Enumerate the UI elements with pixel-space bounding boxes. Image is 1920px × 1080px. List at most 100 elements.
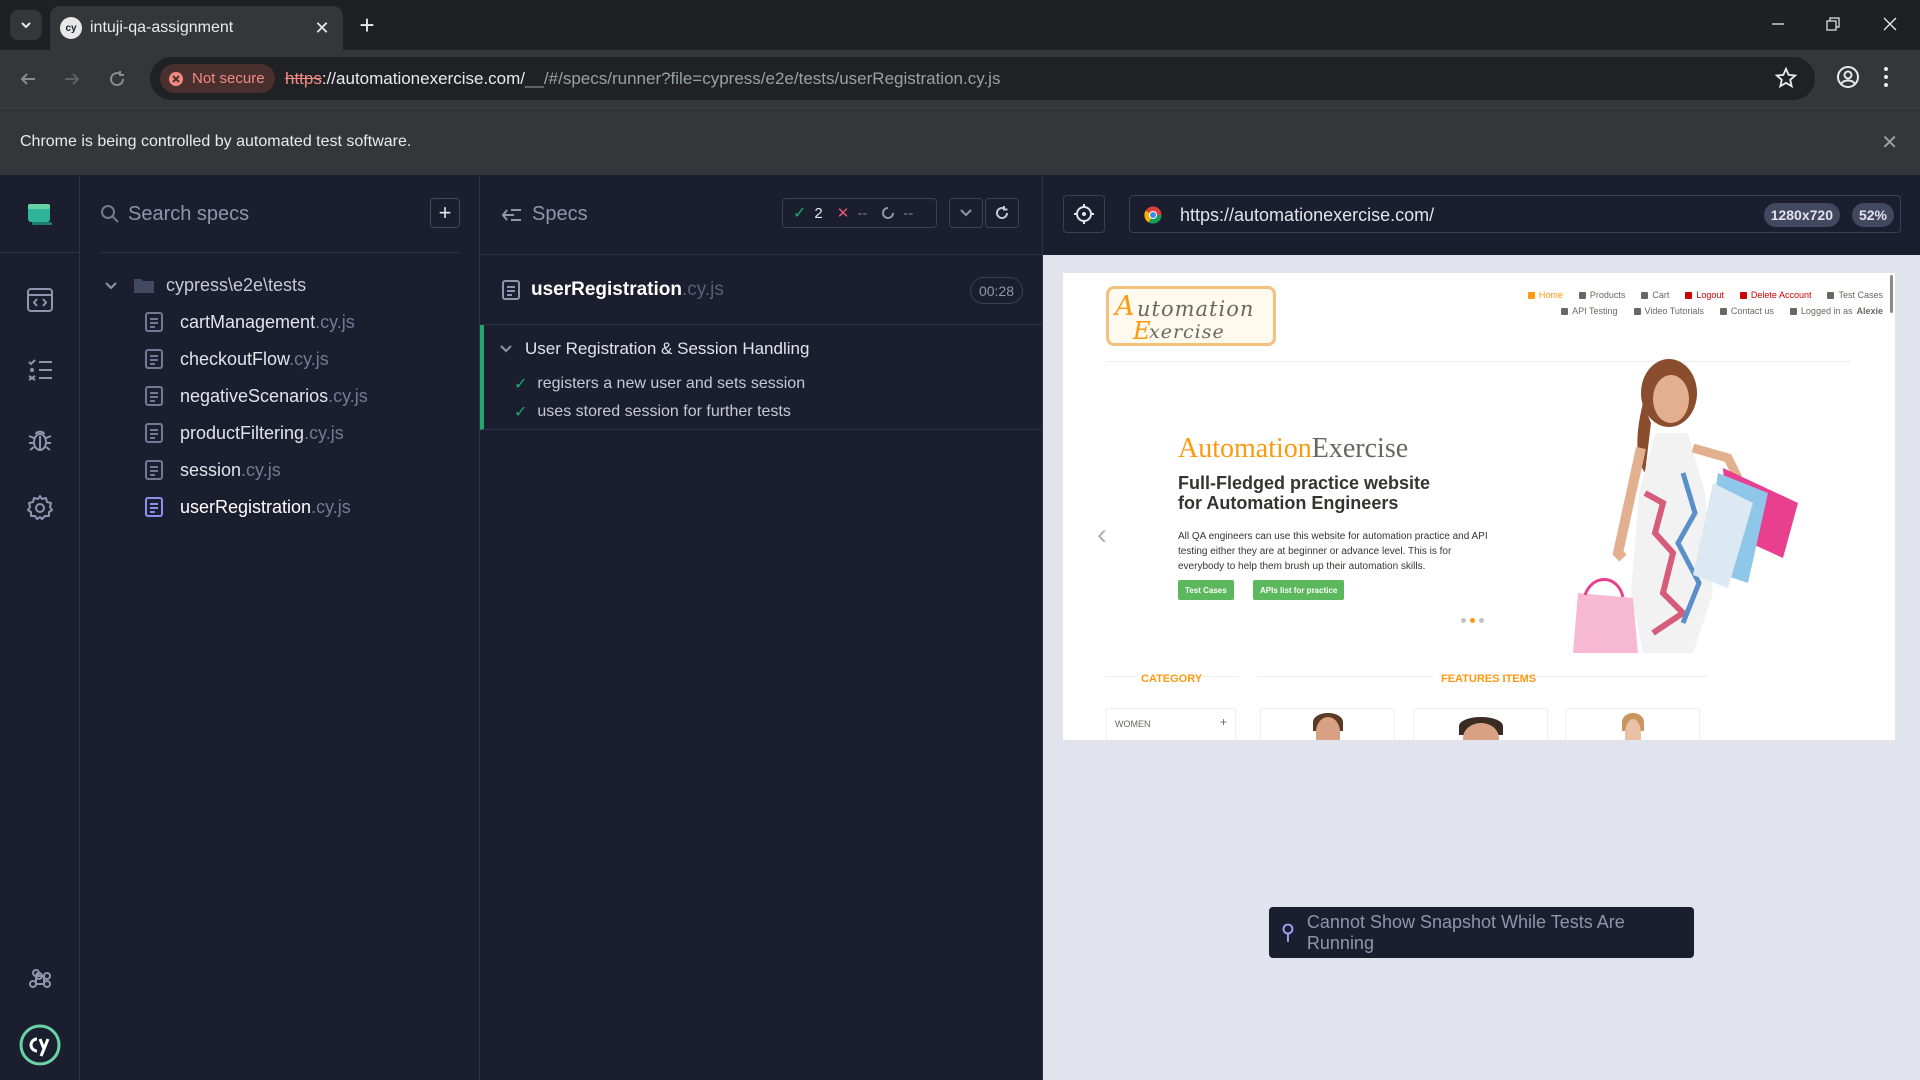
minimize-button[interactable] bbox=[1758, 8, 1798, 40]
failed-count: -- bbox=[857, 204, 868, 222]
spec-item-userRegistration[interactable]: userRegistration.cy.js bbox=[100, 490, 440, 524]
document-icon bbox=[145, 349, 163, 369]
test-item[interactable]: ✓ registers a new user and sets session bbox=[514, 374, 805, 394]
site-nav-home[interactable]: Home bbox=[1527, 290, 1563, 300]
iframe-scrollbar[interactable] bbox=[1890, 275, 1893, 313]
spec-name: productFiltering.cy.js bbox=[180, 422, 344, 443]
address-bar[interactable]: Not secure https://automationexercise.co… bbox=[150, 57, 1815, 100]
test-suite: User Registration & Session Handling ✓ r… bbox=[480, 325, 1043, 430]
carousel-dot[interactable] bbox=[1470, 618, 1475, 623]
folder-icon bbox=[134, 279, 154, 293]
profile-icon[interactable] bbox=[1836, 65, 1860, 89]
site-logo[interactable]: A utomation E xercise bbox=[1106, 286, 1276, 346]
spec-name: session.cy.js bbox=[180, 459, 281, 480]
site-nav-delete-account[interactable]: Delete Account bbox=[1739, 290, 1811, 300]
suite-title-row[interactable]: User Registration & Session Handling bbox=[499, 339, 809, 359]
site-nav-products[interactable]: Products bbox=[1578, 290, 1625, 300]
site-nav-api-testing[interactable]: API Testing bbox=[1561, 306, 1618, 316]
aut-header: https://automationexercise.com/ 1280x720… bbox=[1043, 175, 1920, 255]
site-nav-video-tutorials[interactable]: Video Tutorials bbox=[1633, 306, 1704, 316]
list-icon bbox=[1827, 291, 1835, 299]
pin-icon bbox=[1282, 923, 1294, 942]
forward-button[interactable] bbox=[57, 64, 87, 94]
youtube-icon bbox=[1633, 307, 1641, 315]
rerun-button[interactable] bbox=[985, 198, 1019, 228]
product-image bbox=[1315, 717, 1340, 740]
back-button[interactable] bbox=[13, 64, 43, 94]
document-icon bbox=[502, 280, 520, 300]
cart-icon bbox=[1641, 291, 1649, 299]
runs-list-icon bbox=[28, 359, 52, 381]
nav-specs[interactable] bbox=[0, 275, 80, 325]
browser-menu-icon[interactable] bbox=[1883, 65, 1889, 89]
specs-toggle-button[interactable]: Specs bbox=[502, 203, 588, 226]
site-nav-logout[interactable]: Logout bbox=[1685, 290, 1724, 300]
arrow-left-icon bbox=[20, 73, 35, 85]
list-icon bbox=[1561, 307, 1569, 315]
aut-iframe[interactable]: A utomation E xercise Home Products Cart… bbox=[1063, 273, 1895, 740]
divider bbox=[1533, 676, 1708, 677]
aut-url-bar[interactable]: https://automationexercise.com/ 1280x720… bbox=[1129, 195, 1901, 233]
site-nav-test-cases[interactable]: Test Cases bbox=[1827, 290, 1883, 300]
check-icon: ✓ bbox=[793, 205, 807, 222]
spec-item-cartManagement[interactable]: cartManagement.cy.js bbox=[100, 305, 440, 339]
product-image bbox=[1624, 719, 1641, 740]
expand-plus-icon[interactable]: + bbox=[1220, 715, 1227, 729]
logo-letter: A bbox=[1115, 291, 1135, 322]
spec-item-checkoutFlow[interactable]: checkoutFlow.cy.js bbox=[100, 342, 440, 376]
browser-tab[interactable]: cy intuji-qa-assignment ✕ bbox=[50, 6, 343, 50]
feature-item[interactable] bbox=[1413, 708, 1548, 740]
selector-playground-button[interactable] bbox=[1063, 195, 1105, 233]
category-women[interactable]: WOMEN + bbox=[1106, 708, 1236, 740]
feature-item[interactable] bbox=[1565, 708, 1700, 740]
zoom-badge: 52% bbox=[1851, 203, 1894, 227]
close-window-button[interactable] bbox=[1870, 8, 1910, 40]
new-tab-button[interactable]: + bbox=[352, 10, 382, 40]
project-logo[interactable] bbox=[0, 175, 80, 253]
restore-button[interactable] bbox=[1813, 8, 1853, 40]
test-cases-button[interactable]: Test Cases bbox=[1178, 580, 1234, 600]
restore-icon bbox=[1826, 17, 1840, 31]
cypress-logo[interactable] bbox=[0, 1020, 80, 1070]
specs-label: Specs bbox=[532, 203, 588, 225]
new-spec-button[interactable]: + bbox=[430, 198, 460, 228]
category-title: CATEGORY bbox=[1141, 673, 1203, 685]
test-options-button[interactable] bbox=[949, 198, 983, 228]
spec-item-productFiltering[interactable]: productFiltering.cy.js bbox=[100, 416, 440, 450]
feature-item[interactable] bbox=[1260, 708, 1395, 740]
url-text: https://automationexercise.com/__/#/spec… bbox=[285, 69, 1000, 89]
search-specs-input[interactable] bbox=[128, 197, 408, 231]
bookmark-star-icon[interactable] bbox=[1775, 67, 1797, 89]
passed-stat: ✓ 2 bbox=[793, 203, 823, 223]
chrome-icon bbox=[1144, 206, 1162, 224]
reload-button[interactable] bbox=[102, 64, 132, 94]
nav-settings[interactable] bbox=[0, 483, 80, 533]
spec-name: userRegistration.cy.js bbox=[180, 496, 351, 517]
site-nav-cart[interactable]: Cart bbox=[1641, 290, 1669, 300]
divider bbox=[1203, 676, 1238, 677]
tab-title: intuji-qa-assignment bbox=[90, 19, 234, 36]
viewport-badge[interactable]: 1280x720 bbox=[1763, 203, 1840, 227]
keyboard-shortcuts-button[interactable] bbox=[0, 955, 80, 1005]
chevron-down-icon bbox=[105, 282, 117, 290]
infobar-close-icon[interactable]: ✕ bbox=[1881, 130, 1898, 155]
carousel-prev-icon[interactable]: ‹ bbox=[1097, 518, 1107, 552]
features-title: FEATURES ITEMS bbox=[1441, 673, 1537, 685]
test-item[interactable]: ✓ uses stored session for further tests bbox=[514, 402, 791, 422]
carousel-dot[interactable] bbox=[1461, 618, 1466, 623]
nav-debug[interactable] bbox=[0, 415, 80, 465]
specs-panel: + cypress\e2e\tests cartManagement.cy.js… bbox=[80, 175, 480, 1080]
carousel-dots bbox=[1461, 618, 1484, 623]
tab-close-icon[interactable]: ✕ bbox=[311, 17, 333, 39]
pending-stat: -- bbox=[881, 205, 913, 222]
not-secure-chip[interactable]: Not secure bbox=[160, 64, 275, 93]
spec-name: checkoutFlow.cy.js bbox=[180, 348, 329, 369]
apis-list-button[interactable]: APIs list for practice bbox=[1253, 580, 1345, 600]
site-nav-contact[interactable]: Contact us bbox=[1719, 306, 1774, 316]
spec-folder[interactable]: cypress\e2e\tests bbox=[100, 268, 306, 302]
carousel-dot[interactable] bbox=[1479, 618, 1484, 623]
spec-item-session[interactable]: session.cy.js bbox=[100, 453, 440, 487]
nav-runs[interactable] bbox=[0, 345, 80, 395]
tab-search-button[interactable] bbox=[10, 10, 42, 40]
spec-item-negativeScenarios[interactable]: negativeScenarios.cy.js bbox=[100, 379, 440, 413]
